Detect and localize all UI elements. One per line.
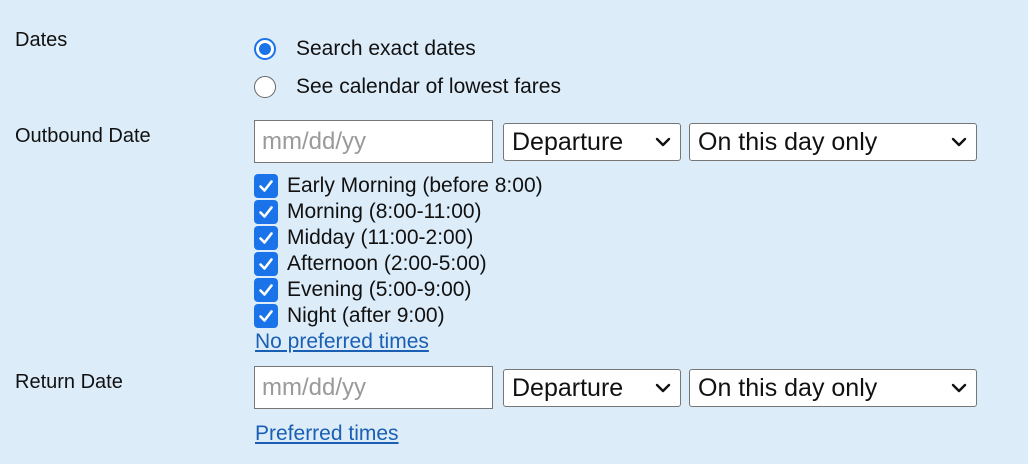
preferred-times-link[interactable]: Preferred times	[255, 422, 399, 446]
checkbox-checked-icon[interactable]	[254, 278, 278, 302]
select-value: On this day only	[698, 127, 878, 156]
radio-unselected-icon[interactable]	[254, 76, 276, 98]
radio-selected-icon[interactable]	[254, 38, 276, 60]
outbound-range-select[interactable]: On this day only	[689, 123, 977, 161]
no-preferred-times-link[interactable]: No preferred times	[255, 330, 429, 354]
checkbox-checked-icon[interactable]	[254, 304, 278, 328]
dates-label: Dates	[15, 29, 68, 51]
time-option-label: Midday (11:00-2:00)	[287, 226, 474, 249]
select-value: Departure	[512, 127, 624, 156]
time-option-early-morning[interactable]: Early Morning (before 8:00)	[254, 173, 543, 199]
chevron-down-icon	[951, 383, 967, 393]
return-range-select[interactable]: On this day only	[689, 369, 977, 407]
outbound-date-input[interactable]	[254, 120, 493, 163]
checkbox-checked-icon[interactable]	[254, 174, 278, 198]
time-option-night[interactable]: Night (after 9:00)	[254, 303, 445, 329]
select-value: On this day only	[698, 373, 878, 402]
chevron-down-icon	[951, 137, 967, 147]
radio-label: See calendar of lowest fares	[296, 75, 561, 98]
checkbox-checked-icon[interactable]	[254, 226, 278, 250]
outbound-type-select[interactable]: Departure	[503, 123, 681, 161]
time-option-label: Early Morning (before 8:00)	[287, 174, 543, 197]
return-date-label: Return Date	[15, 371, 123, 393]
chevron-down-icon	[655, 137, 671, 147]
time-option-label: Afternoon (2:00-5:00)	[287, 252, 487, 275]
time-option-label: Evening (5:00-9:00)	[287, 278, 472, 301]
return-type-select[interactable]: Departure	[503, 369, 681, 407]
time-option-afternoon[interactable]: Afternoon (2:00-5:00)	[254, 251, 487, 277]
checkbox-checked-icon[interactable]	[254, 252, 278, 276]
search-exact-dates-option[interactable]: Search exact dates	[254, 37, 476, 61]
chevron-down-icon	[655, 383, 671, 393]
time-option-midday[interactable]: Midday (11:00-2:00)	[254, 225, 473, 251]
time-option-label: Night (after 9:00)	[287, 304, 445, 327]
checkbox-checked-icon[interactable]	[254, 200, 278, 224]
time-option-morning[interactable]: Morning (8:00-11:00)	[254, 199, 482, 225]
select-value: Departure	[512, 373, 624, 402]
time-option-label: Morning (8:00-11:00)	[287, 200, 482, 223]
radio-label: Search exact dates	[296, 37, 476, 60]
calendar-lowest-fares-option[interactable]: See calendar of lowest fares	[254, 75, 561, 99]
outbound-date-label: Outbound Date	[15, 125, 151, 147]
return-date-input[interactable]	[254, 366, 493, 409]
time-option-evening[interactable]: Evening (5:00-9:00)	[254, 277, 471, 303]
